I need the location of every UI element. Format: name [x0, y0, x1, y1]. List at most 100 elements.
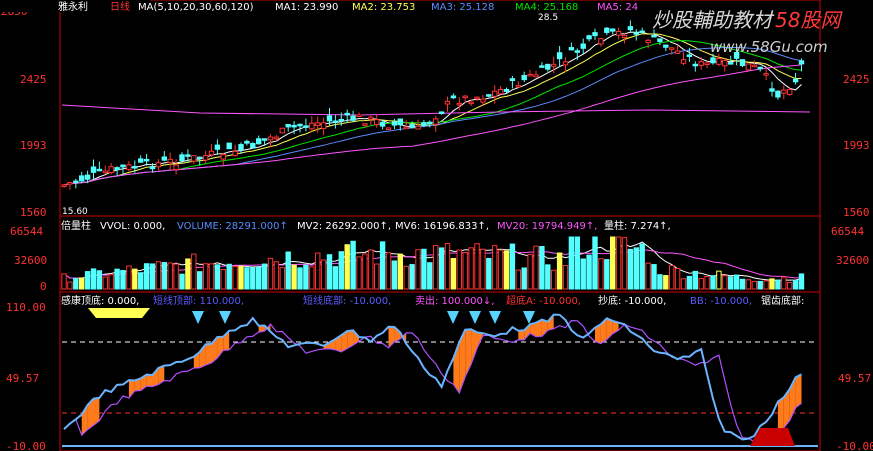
volume-bar: [155, 261, 162, 290]
volume-bar: [716, 270, 722, 290]
candle-body: [633, 32, 639, 35]
candle-body: [680, 59, 687, 64]
volume-bar: [90, 268, 97, 290]
volume-bar: [551, 269, 557, 290]
ind-axis-mid-right: 49.57: [838, 372, 871, 385]
stock-name[interactable]: 雅永利: [58, 0, 88, 13]
candle-body: [108, 166, 114, 174]
price-pane[interactable]: [59, 0, 821, 217]
candle-body: [409, 124, 415, 129]
period-label[interactable]: 日线: [110, 0, 130, 13]
candle-body: [539, 65, 545, 68]
candle-body: [480, 98, 486, 103]
volume-bar: [580, 258, 586, 290]
ind-axis-bottom-right: -10.00: [836, 440, 873, 451]
vol-axis-top: 66544: [10, 225, 43, 238]
candle-body: [309, 122, 315, 130]
volume-bar: [238, 265, 244, 290]
volume-bar: [320, 259, 327, 290]
candle-body: [273, 136, 280, 140]
vol-mv6: MV6: 16196.833↑,: [395, 221, 489, 232]
candle-body: [556, 52, 563, 60]
price-axis-lower-right: 1993: [843, 139, 870, 152]
candle-body: [303, 125, 309, 128]
volume-bar: [374, 263, 380, 290]
volume-bar: [368, 249, 374, 290]
volume-bar: [733, 274, 740, 290]
ma120-line: [61, 104, 811, 116]
volume-bar: [403, 265, 409, 290]
candle-body: [320, 122, 327, 130]
candle-body: [415, 125, 421, 130]
volume-bar: [285, 251, 291, 290]
candle-body: [444, 100, 451, 105]
candle-body: [67, 182, 73, 185]
candle-body: [698, 61, 704, 66]
candle-body: [586, 35, 592, 40]
vol-axis-bottom: 0: [40, 280, 47, 293]
volume-bar: [751, 280, 757, 290]
candle-body: [149, 166, 156, 170]
candle-body: [368, 116, 374, 120]
volume-bar: [132, 268, 138, 290]
volume-bar: [775, 279, 781, 290]
volume-bar: [385, 252, 392, 290]
volume-bar: [161, 262, 168, 290]
volume-bar: [433, 245, 439, 290]
candle-body: [657, 38, 663, 42]
volume-bar: [562, 265, 569, 290]
candle-body: [574, 50, 580, 53]
sell-signal-marker: [192, 311, 204, 324]
candle-body: [226, 142, 232, 150]
candle-body: [161, 156, 168, 161]
volume-bar: [191, 253, 197, 290]
volume-bar: [197, 271, 203, 290]
volume-bar: [669, 265, 675, 290]
volume-bar: [539, 246, 545, 290]
volume-bar: [273, 261, 280, 290]
candle-body: [627, 26, 634, 31]
volume-bar: [326, 254, 333, 290]
volume-bar: [108, 274, 114, 290]
candle-body: [114, 167, 120, 171]
volume-bar: [633, 247, 639, 290]
candle-body: [143, 158, 150, 162]
volume-bar: [250, 267, 256, 290]
volume-bar: [533, 245, 539, 290]
volume-bar: [356, 256, 362, 290]
volume-bar: [787, 281, 793, 290]
candle-body: [621, 35, 628, 39]
low-marker: 15.60: [62, 207, 88, 217]
volume-bar: [556, 252, 563, 290]
candle-body: [722, 59, 728, 67]
volume-bar: [96, 270, 103, 290]
volume-bar: [214, 264, 221, 290]
candle-body: [126, 164, 132, 170]
volume-bar: [704, 276, 710, 290]
candle-body: [728, 62, 734, 65]
candle-body: [474, 96, 480, 100]
candle-body: [669, 47, 675, 50]
vol-axis-mid: 32600: [14, 254, 47, 267]
candle-body: [704, 62, 710, 66]
price-axis-lower: 1993: [20, 139, 47, 152]
indicator-band: [471, 329, 477, 365]
volume-bar: [781, 276, 787, 290]
volume-bar: [456, 249, 463, 290]
volume-bar: [73, 277, 79, 290]
candle-body: [745, 63, 752, 71]
ind-v6: 抄底: -10.000,: [598, 294, 666, 307]
candle-body: [710, 57, 716, 64]
vol-axis-top-right: 66544: [831, 225, 864, 238]
candle-body: [338, 118, 345, 122]
stock-chart[interactable]: 2850 2425 1993 1560 2425 1993 1560 66544…: [0, 0, 873, 451]
candle-body: [256, 138, 262, 145]
candle-body: [781, 89, 787, 94]
candle-body: [238, 144, 244, 151]
candle-body: [132, 166, 138, 169]
volume-bar: [344, 244, 350, 290]
volume-bar: [698, 277, 704, 290]
candle-body: [509, 78, 516, 82]
candle-body: [197, 156, 203, 160]
ind-v8: 锯齿底部:: [761, 294, 804, 307]
